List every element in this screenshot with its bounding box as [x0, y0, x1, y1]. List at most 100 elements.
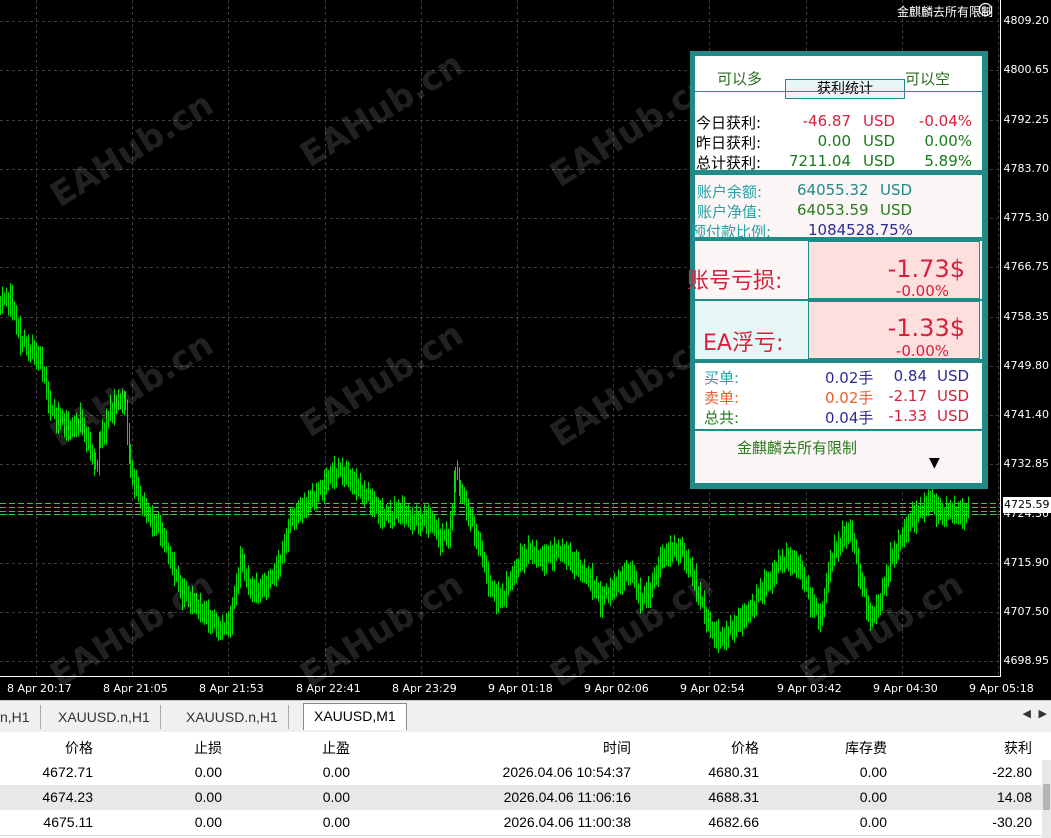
tab-chart-3[interactable]: XAUUSD.n,H1 — [176, 705, 289, 729]
table-cell: 0.00 — [859, 764, 887, 780]
total-profit-currency: USD — [863, 152, 896, 170]
header-swap[interactable]: 库存费 — [770, 738, 887, 758]
price-tick-label: 4707.50 — [1003, 605, 1050, 618]
table-row[interactable]: 4674.23 0.00 0.00 2026.04.06 11:06:16 4688.3… — [0, 785, 1042, 811]
ea-loss-box: -1.33$ -0.00% — [808, 301, 980, 360]
collapse-arrow-icon[interactable]: ▼ — [929, 455, 940, 471]
total-profit-amount: 7211.04 — [788, 152, 851, 170]
footer-label: 金麒麟去所有限制 — [737, 439, 858, 457]
header-price[interactable]: 价格 — [0, 738, 93, 758]
table-cell: 2026.04.06 11:06:16 — [503, 789, 631, 805]
buy-label: 买单: — [704, 369, 740, 387]
tab-chart-active[interactable]: XAUUSD,M1 — [303, 703, 407, 730]
orders-section: 买单: 0.02手 0.84 USD 卖单: 0.02手 -2.17 USD 总… — [695, 363, 982, 429]
tab-scroll-right-icon[interactable]: ▶ — [1039, 707, 1047, 720]
account-loss-value: -1.73$ — [887, 255, 965, 283]
balance-label: 账户余额: — [697, 183, 763, 201]
price-tick-label: 4749.80 — [1003, 359, 1050, 372]
table-row[interactable]: 4672.71 0.00 0.00 2026.04.06 10:54:37 4680.3… — [0, 760, 1042, 786]
account-loss-label: 账号亏损: — [687, 269, 783, 294]
equity-value: 64053.59 — [797, 201, 869, 219]
profit-stats-section: 可以多 可以空 获利统计 今日获利: -46.87 USD -0.04% 昨日获… — [695, 56, 982, 172]
time-tick-label: 9 Apr 05:18 — [969, 682, 1034, 695]
balance-value: 64055.32 — [797, 181, 869, 199]
price-tick-label: 4715.90 — [1003, 556, 1050, 569]
total-profit-pct: 5.89% — [924, 152, 972, 170]
table-scrollbar[interactable] — [1042, 760, 1051, 838]
total-profit-label: 总计获利: — [696, 154, 762, 172]
equity-label: 账户净值: — [697, 203, 763, 221]
table-cell: 0.00 — [322, 764, 350, 780]
price-tick-label: 4792.25 — [1003, 113, 1050, 126]
profit-panel[interactable]: 可以多 可以空 获利统计 今日获利: -46.87 USD -0.04% 昨日获… — [687, 51, 988, 489]
total-label: 总共: — [704, 409, 740, 427]
price-tick-label: 4741.40 — [1003, 408, 1050, 421]
header-tp[interactable]: 止盈 — [230, 738, 350, 758]
time-tick-label: 8 Apr 21:05 — [103, 682, 168, 695]
table-cell: 4688.31 — [708, 789, 759, 805]
panel-footer: 金麒麟去所有限制 ▼ — [695, 431, 982, 483]
buy-currency: USD — [937, 367, 970, 385]
price-tick-label: 4775.30 — [1003, 211, 1050, 224]
margin-level-label: 预付款比例: — [691, 223, 772, 241]
table-cell: 0.00 — [194, 814, 222, 830]
time-tick-label: 9 Apr 01:18 — [488, 682, 553, 695]
time-tick-label: 8 Apr 21:53 — [199, 682, 264, 695]
price-tick-label: 4732.85 — [1003, 457, 1050, 470]
time-tick-label: 8 Apr 20:17 — [7, 682, 72, 695]
today-profit-amount: -46.87 — [802, 112, 851, 130]
table-cell: 0.00 — [322, 814, 350, 830]
yesterday-profit-amount: 0.00 — [817, 132, 851, 150]
yesterday-profit-label: 昨日获利: — [696, 134, 762, 152]
ea-loss-section: EA浮亏: -1.33$ -0.00% — [695, 301, 982, 360]
account-section: 账户余额: 64055.32 USD 账户净值: 64053.59 USD 预付… — [691, 175, 982, 241]
scrollbar-thumb[interactable] — [1043, 784, 1050, 810]
table-row[interactable]: 4675.11 0.00 0.00 2026.04.06 11:00:38 4682.6… — [0, 810, 1042, 836]
buy-lots: 0.02手 — [825, 369, 874, 387]
account-loss-section: 账号亏损: -1.73$ -0.00% — [687, 241, 982, 300]
sell-profit: -2.17 — [888, 387, 927, 405]
today-profit-pct: -0.04% — [918, 112, 972, 130]
stats-title: 获利统计 — [785, 79, 905, 99]
buy-profit: 0.84 — [893, 367, 927, 385]
divider — [695, 91, 982, 92]
time-tick-label: 9 Apr 03:42 — [777, 682, 842, 695]
table-cell: -22.80 — [992, 764, 1032, 780]
trade-table[interactable]: 价格 止损 止盈 时间 价格 库存费 获利 4672.71 0.00 0.00 202… — [0, 732, 1051, 838]
price-tick-label: 4766.75 — [1003, 260, 1050, 273]
table-cell: 0.00 — [859, 789, 887, 805]
ea-loss-label: EA浮亏: — [703, 331, 784, 356]
time-tick-label: 8 Apr 23:29 — [392, 682, 457, 695]
total-profit: -1.33 — [888, 407, 927, 425]
today-profit-label: 今日获利: — [696, 114, 762, 132]
tab-chart-1[interactable]: n,H1 — [0, 705, 41, 729]
header-price-current[interactable]: 价格 — [640, 738, 759, 758]
total-lots: 0.04手 — [825, 409, 874, 427]
smile-icon — [978, 2, 993, 17]
table-cell: 0.00 — [859, 814, 887, 830]
can-short-label: 可以空 — [905, 70, 951, 88]
margin-level-value: 1084528.75% — [808, 221, 913, 239]
price-tick-label: 4783.70 — [1003, 162, 1050, 175]
table-cell: 14.08 — [996, 789, 1032, 805]
ea-loss-pct: -0.00% — [895, 342, 949, 360]
tab-scroll-left-icon[interactable]: ◀ — [1023, 707, 1031, 720]
table-cell: 2026.04.06 11:00:38 — [503, 814, 631, 830]
table-cell: 0.00 — [322, 789, 350, 805]
total-currency: USD — [937, 407, 970, 425]
account-loss-pct: -0.00% — [895, 282, 949, 300]
table-cell: 4672.71 — [42, 764, 93, 780]
header-profit[interactable]: 获利 — [900, 738, 1032, 758]
table-cell: 4682.66 — [708, 814, 759, 830]
tab-chart-2[interactable]: XAUUSD.n,H1 — [48, 705, 161, 729]
table-cell: 4675.11 — [43, 814, 93, 830]
balance-currency: USD — [880, 181, 913, 199]
table-header: 价格 止损 止盈 时间 价格 库存费 获利 — [0, 732, 1042, 761]
time-tick-label: 9 Apr 02:54 — [680, 682, 745, 695]
time-tick-label: 8 Apr 22:41 — [296, 682, 361, 695]
header-time[interactable]: 时间 — [360, 738, 631, 758]
time-tick-label: 9 Apr 04:30 — [873, 682, 938, 695]
price-tick-label: 4758.35 — [1003, 310, 1050, 323]
header-sl[interactable]: 止损 — [100, 738, 222, 758]
sell-label: 卖单: — [704, 389, 740, 407]
